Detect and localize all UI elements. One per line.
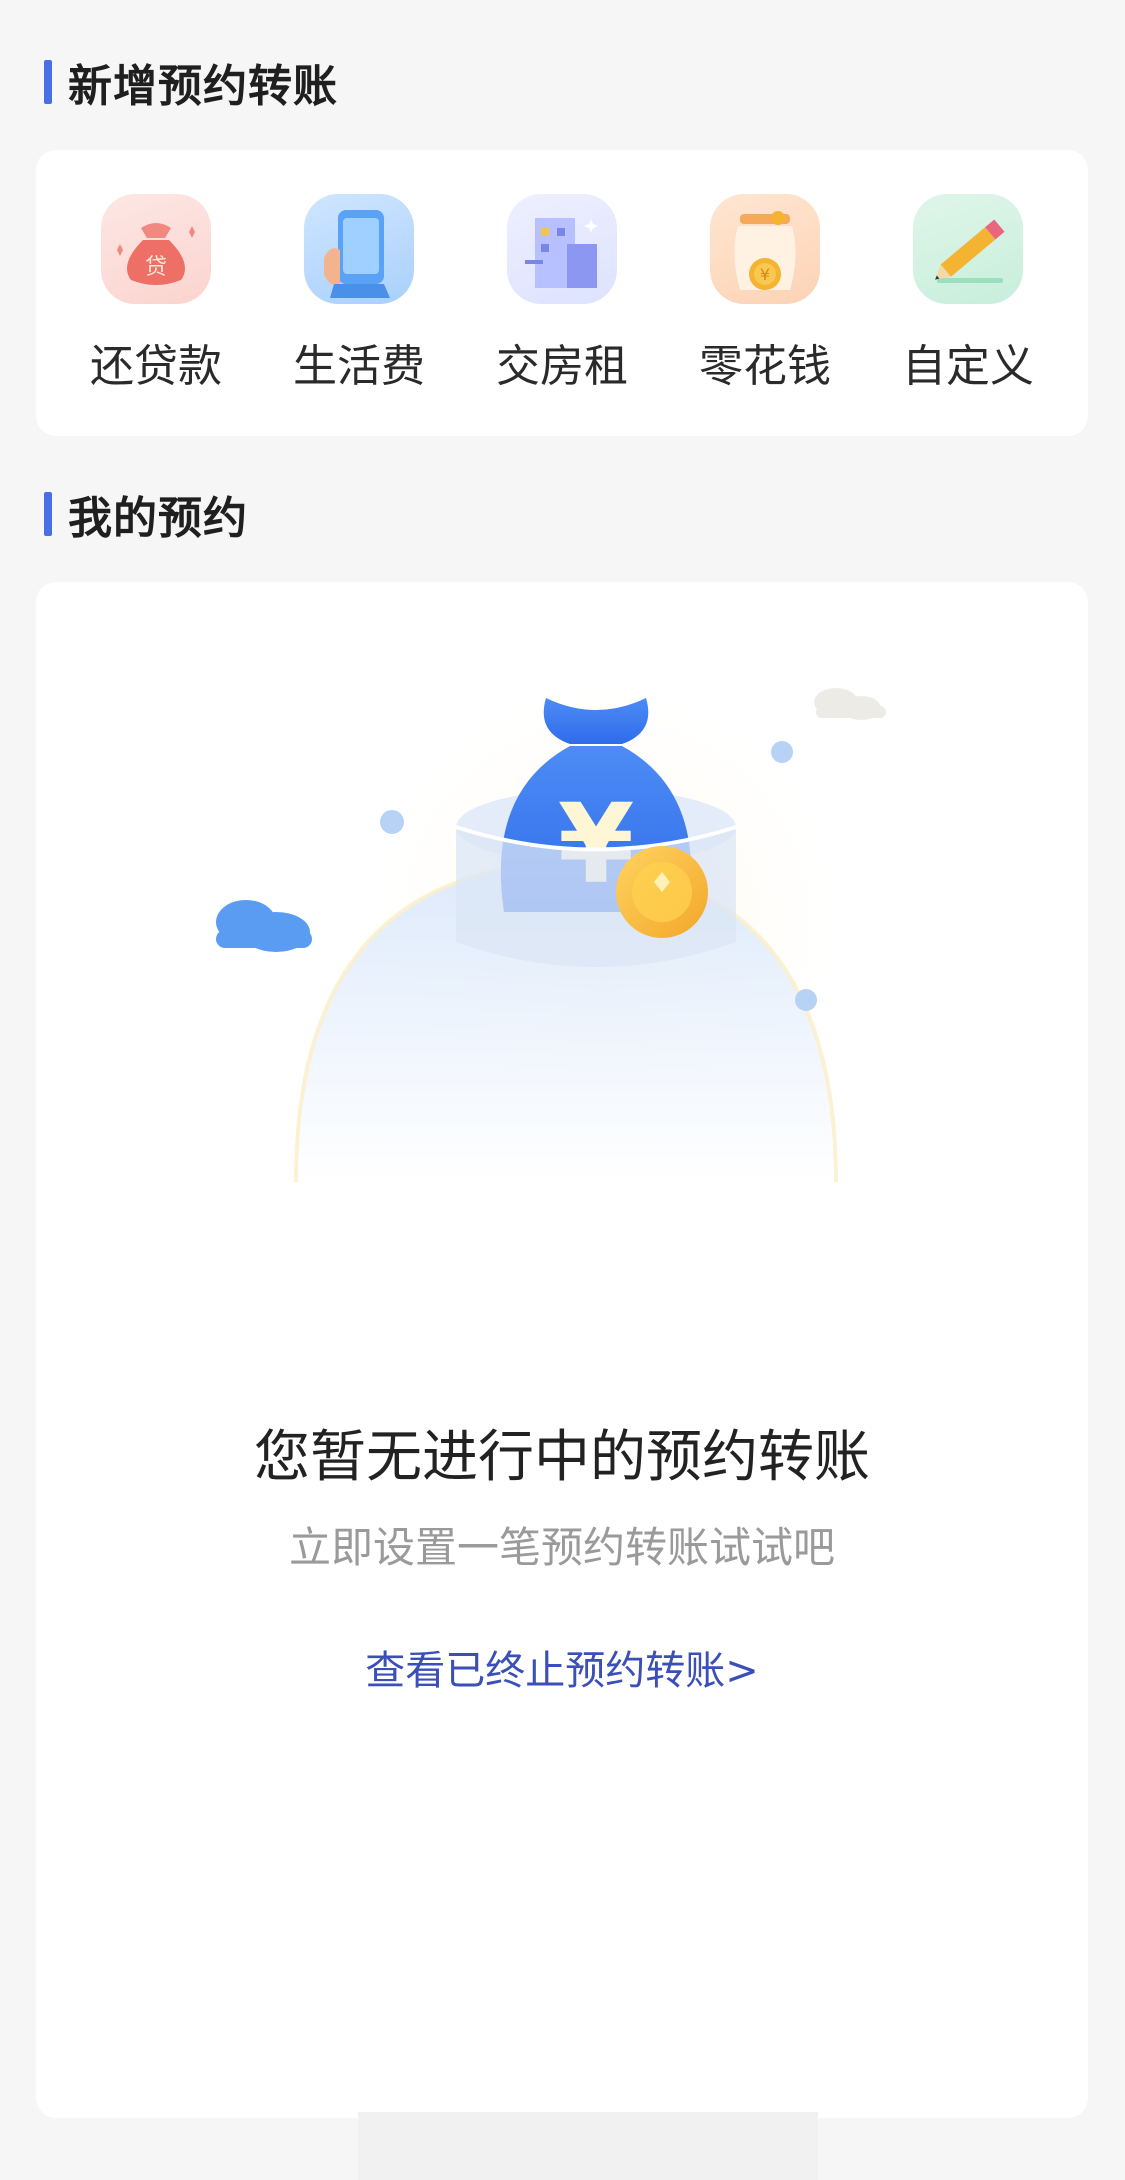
quick-action-pocket-money[interactable]: ¥ 零花钱 [681,194,849,394]
empty-state-subtitle: 立即设置一笔预约转账试试吧 [288,1523,835,1572]
quick-action-label: 零花钱 [699,341,831,392]
section-title-my-appointments: 我的预约 [44,484,248,544]
quick-action-label: 还贷款 [90,341,222,392]
bottom-bar-strip [358,2112,818,2180]
phone-in-hand-icon [304,194,414,304]
quick-action-loan[interactable]: 贷 还贷款 [72,194,240,394]
svg-text:贷: 贷 [145,255,167,280]
loan-bag-icon: 贷 [101,194,211,304]
quick-action-label: 生活费 [293,341,425,392]
quick-action-label: 交房租 [496,341,628,392]
pencil-icon [913,194,1023,304]
section-title-new-transfer: 新增预约转账 [44,52,338,112]
money-bag-icon: ¥ [186,662,946,1242]
view-terminated-transfers-link[interactable]: 查看已终止预约转账> [36,1638,1088,1696]
section-accent-bar [44,60,52,104]
section-title-text: 我的预约 [68,493,248,544]
section-title-text: 新增预约转账 [68,61,338,112]
section-accent-bar [44,492,52,536]
empty-state-title: 您暂无进行中的预约转账 [254,1425,870,1490]
quick-actions-card: 贷 还贷款 生活费 交房租 ¥ 零花钱 自定义 [36,150,1088,436]
quick-action-rent[interactable]: 交房租 [478,194,646,394]
svg-text:¥: ¥ [760,265,770,284]
quick-action-living-expense[interactable]: 生活费 [275,194,443,394]
coin-jar-icon: ¥ [710,194,820,304]
my-appointments-card: ¥ 您暂无进行中的预约转账 立即设置一笔预约转账试试吧 查看已终止预约转账> [36,582,1088,2118]
building-icon [507,194,617,304]
quick-action-custom[interactable]: 自定义 [884,194,1052,394]
quick-action-label: 自定义 [902,341,1034,392]
